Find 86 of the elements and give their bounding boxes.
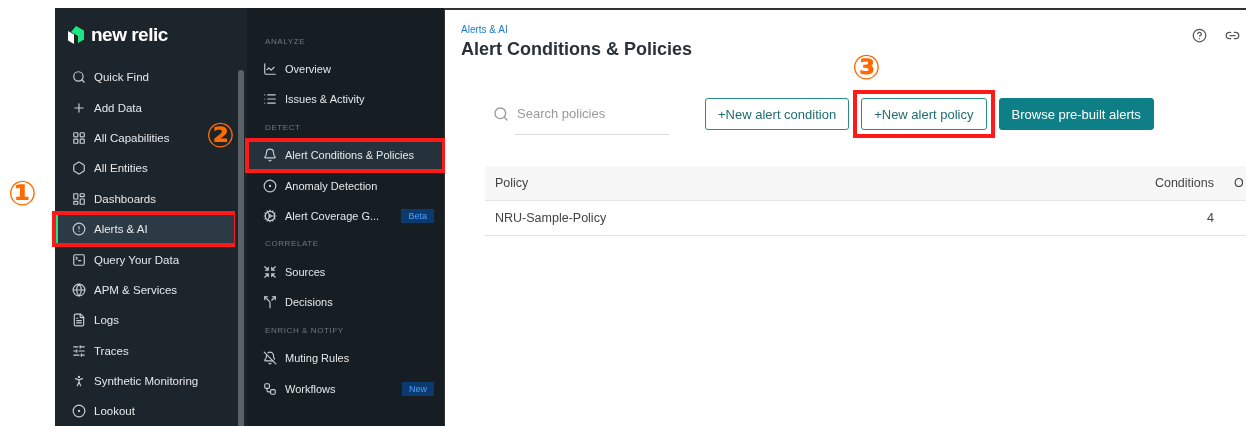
nav-item[interactable]: Logs [55,305,208,336]
nav-label: All Entities [94,162,148,175]
bell-icon [263,148,277,163]
arrows-icon [263,265,277,280]
gear-icon [263,208,277,223]
nav-item[interactable]: APM & Services [55,274,208,306]
terminal-icon [72,252,86,267]
status-badge: New [402,381,434,396]
globe-icon [72,282,86,297]
list-icon [263,92,277,107]
nav-label: Synthetic Monitoring [94,375,199,388]
table-cell[interactable]: NRU-Sample-Policy [485,211,1114,225]
nav-label: Logs [94,314,119,327]
subnav-label: Sources [285,266,326,279]
subnav-item[interactable]: Workflows New [247,373,444,404]
subnav-label: Muting Rules [285,352,350,365]
status-badge: Beta [401,208,434,223]
file-icon [72,313,86,328]
nav-item[interactable]: Synthetic Monitoring [55,365,208,397]
hexagon-icon [72,161,86,176]
logo-icon [67,25,85,45]
nav-label: Traces [94,344,129,357]
sliders-icon [72,343,86,358]
subnav-label: Anomaly Detection [285,179,378,192]
subnav-label: Alert Coverage G... [285,209,380,222]
section-heading: DETECT [264,121,302,134]
subnav-label: Issues & Activity [285,93,365,106]
subnav-item[interactable]: Decisions [247,287,444,318]
section-heading: CORRELATE [264,238,320,251]
nav-item[interactable]: Add Data [55,92,208,123]
nav-label: APM & Services [94,283,178,296]
nav-item[interactable]: Query Your Data [55,244,208,275]
grid-icon [72,130,86,145]
dashboard-icon [72,191,86,206]
search-field[interactable]: Search policies [515,93,669,135]
subnav-label: Workflows [285,382,336,395]
nav-item[interactable]: All Capabilities [55,122,208,154]
subnav-item[interactable]: Alert Coverage G... Beta [247,200,444,231]
search-icon [493,106,509,122]
nav-label: Dashboards [94,192,156,205]
section-heading: ENRICH & NOTIFY [264,324,345,337]
subnav-label: Alert Conditions & Policies [285,149,414,162]
subnav-item[interactable]: Sources [247,256,444,288]
search-icon [72,70,86,85]
column-header[interactable]: Conditions [1114,176,1224,190]
nav-item[interactable]: Quick Find [55,62,208,93]
nav-item[interactable]: Dashboards [55,183,208,214]
column-header[interactable]: O [1224,176,1246,190]
page-title: Alert Conditions & Policies [461,39,694,60]
subnav-item[interactable]: Overview [247,54,444,85]
add-button[interactable]: +New alert policy [861,98,987,130]
browse-button[interactable]: Browse pre-built alerts [998,98,1154,130]
line-chart-icon [263,62,277,77]
subnav-label: Decisions [285,296,333,309]
scrollbar-thumb[interactable] [238,70,244,426]
brand-name: new relic [91,24,168,46]
subnav-label: Overview [285,63,331,76]
subnav-item[interactable]: Muting Rules [247,343,444,374]
nav-item[interactable]: Lookout [55,396,208,426]
plus-icon [72,100,86,115]
nav-label: All Capabilities [94,131,170,144]
section-heading: ANALYZE [264,35,307,48]
person-icon [72,374,86,389]
nav-item[interactable]: Alerts & AI [55,213,235,245]
split-icon [263,295,277,310]
nav-label: Lookout [94,405,135,418]
workflow-icon [263,381,277,396]
subnav-item[interactable]: Alert Conditions & Policies [247,140,444,171]
step-number: ② [206,118,235,152]
nav-label: Add Data [94,101,142,114]
bell-off-icon [263,351,277,366]
breadcrumb-link[interactable]: Alerts & AI [461,24,1246,35]
step-number: ① [8,176,37,210]
subnav-item[interactable]: Issues & Activity [247,84,444,115]
add-button[interactable]: +New alert condition [705,98,850,130]
column-header[interactable]: Policy [485,176,1114,190]
alert-circle-icon [72,222,86,237]
table-cell-text: 4 [1206,211,1215,225]
step-number: ③ [852,50,881,84]
nav-label: Quick Find [94,71,149,84]
nav-item[interactable]: Traces [55,335,208,366]
subnav-item[interactable]: Anomaly Detection [247,170,444,201]
nav-label: Query Your Data [94,253,180,266]
help-icon[interactable] [1192,28,1207,43]
nav-item[interactable]: All Entities [55,153,208,184]
nav-label: Alerts & AI [94,223,148,236]
